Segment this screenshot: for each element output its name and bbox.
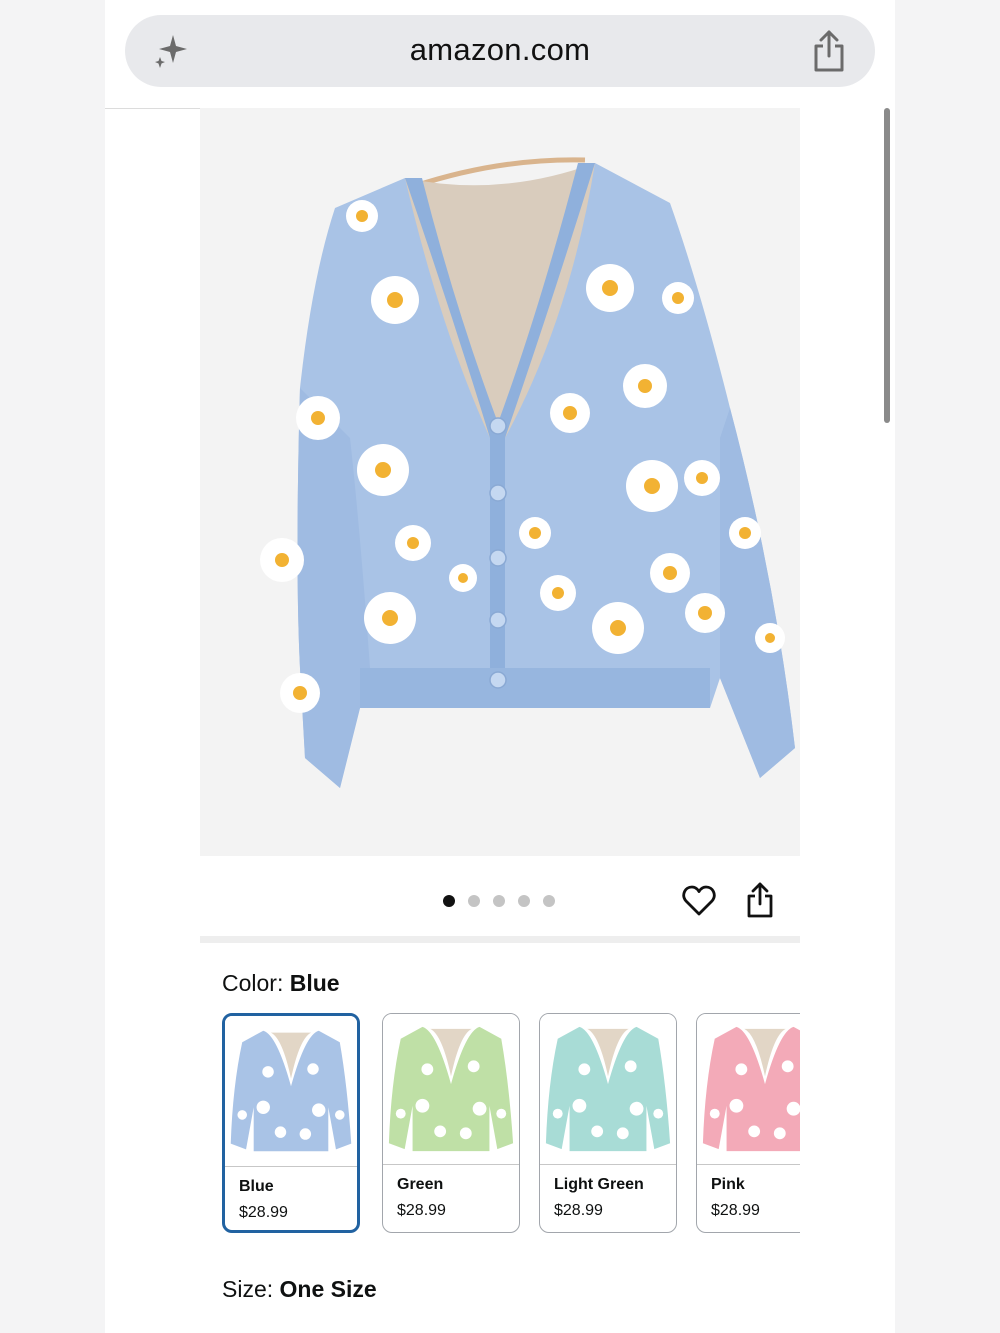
swatch-cardigan-image	[545, 1026, 671, 1152]
size-selection-label: Size: One Size	[222, 1276, 377, 1303]
heart-icon[interactable]	[682, 884, 716, 918]
phone-screen: amazon.com Color: Blue Blue $28.99 Green…	[105, 0, 895, 1333]
address-bar[interactable]: amazon.com	[125, 15, 875, 87]
color-label-text: Color:	[222, 970, 284, 996]
size-label-text: Size:	[222, 1276, 274, 1302]
swatch-name: Blue	[239, 1178, 274, 1195]
swatch-cardigan-image	[702, 1026, 800, 1152]
color-swatch-green[interactable]: Green $28.99	[382, 1013, 520, 1233]
color-selection-label: Color: Blue	[222, 970, 340, 997]
gallery-dot[interactable]	[468, 895, 480, 907]
product-page: Color: Blue Blue $28.99 Green $28.99 Light G…	[200, 108, 800, 1333]
gallery-pagination[interactable]	[443, 895, 555, 907]
gallery-dot[interactable]	[518, 895, 530, 907]
swatch-name: Light Green	[554, 1176, 644, 1193]
color-swatch-list: Blue $28.99 Green $28.99 Light Green $28.99 Pi…	[222, 1013, 800, 1241]
swatch-price: $28.99	[711, 1202, 760, 1219]
gallery-dot[interactable]	[493, 895, 505, 907]
browser-share-icon[interactable]	[811, 29, 847, 73]
swatch-name: Green	[397, 1176, 444, 1193]
cardigan-illustration	[260, 157, 795, 788]
url-text[interactable]: amazon.com	[125, 32, 875, 68]
swatch-thumbnail	[540, 1014, 676, 1165]
selected-color-value: Blue	[289, 970, 340, 996]
swatch-cardigan-image	[388, 1026, 514, 1152]
color-swatch-light-green[interactable]: Light Green $28.99	[539, 1013, 677, 1233]
product-image[interactable]	[200, 108, 800, 856]
color-swatch-blue[interactable]: Blue $28.99	[222, 1013, 360, 1233]
swatch-price: $28.99	[239, 1204, 288, 1221]
section-divider	[200, 936, 800, 943]
page-margin	[800, 108, 895, 1333]
browser-toolbar: amazon.com	[105, 0, 895, 109]
gallery-dot[interactable]	[443, 895, 455, 907]
swatch-name: Pink	[711, 1176, 745, 1193]
swatch-thumbnail	[383, 1014, 519, 1165]
color-swatch-pink[interactable]: Pink $28.99	[696, 1013, 800, 1233]
share-icon[interactable]	[746, 882, 774, 918]
swatch-thumbnail	[225, 1016, 357, 1167]
scrollbar[interactable]	[884, 108, 890, 423]
swatch-cardigan-image	[230, 1030, 352, 1152]
gallery-dot[interactable]	[543, 895, 555, 907]
swatch-thumbnail	[697, 1014, 800, 1165]
selected-size-value: One Size	[279, 1276, 377, 1302]
swatch-price: $28.99	[554, 1202, 603, 1219]
swatch-price: $28.99	[397, 1202, 446, 1219]
